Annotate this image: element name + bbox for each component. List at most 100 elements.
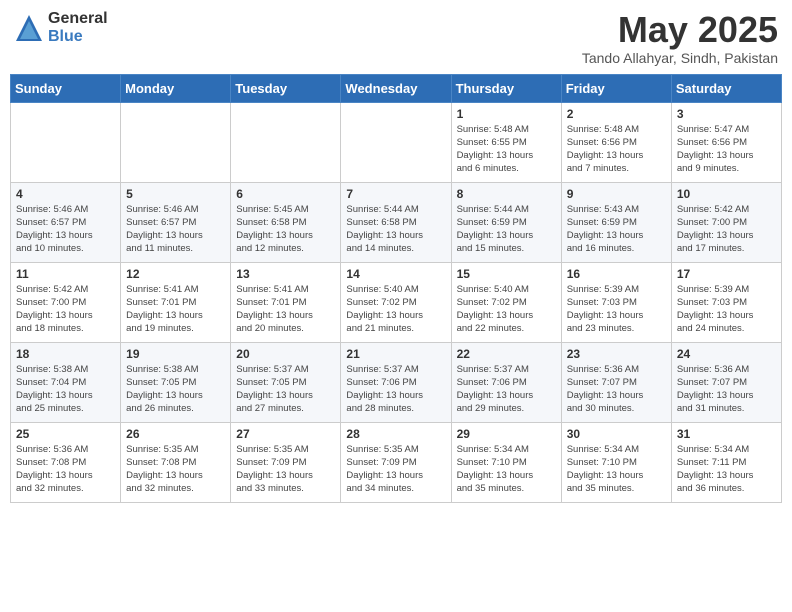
day-number: 29	[457, 427, 556, 441]
calendar-cell: 5 Sunrise: 5:46 AM Sunset: 6:57 PM Daylig…	[121, 182, 231, 262]
day-detail: Sunrise: 5:42 AM Sunset: 7:00 PM Dayligh…	[677, 203, 776, 256]
day-detail: Sunrise: 5:46 AM Sunset: 6:57 PM Dayligh…	[16, 203, 115, 256]
day-detail: Sunrise: 5:36 AM Sunset: 7:07 PM Dayligh…	[677, 363, 776, 416]
day-detail: Sunrise: 5:37 AM Sunset: 7:06 PM Dayligh…	[346, 363, 445, 416]
calendar-cell	[341, 102, 451, 182]
calendar-cell: 16Sunrise: 5:39 AM Sunset: 7:03 PM Dayli…	[561, 262, 671, 342]
calendar-table: SundayMondayTuesdayWednesdayThursdayFrid…	[10, 74, 782, 503]
day-number: 3	[677, 107, 776, 121]
day-number: 22	[457, 347, 556, 361]
calendar-cell: 29 Sunrise: 5:34 AM Sunset: 7:10 PM Dayli…	[451, 422, 561, 502]
day-number: 8	[457, 187, 556, 201]
calendar-cell: 7 Sunrise: 5:44 AM Sunset: 6:58 PM Daylig…	[341, 182, 451, 262]
day-number: 19	[126, 347, 225, 361]
day-number: 21	[346, 347, 445, 361]
calendar-cell: 20 Sunrise: 5:37 AM Sunset: 7:05 PM Dayli…	[231, 342, 341, 422]
day-number: 31	[677, 427, 776, 441]
day-detail: Sunrise: 5:38 AM Sunset: 7:05 PM Dayligh…	[126, 363, 225, 416]
calendar-cell	[231, 102, 341, 182]
day-number: 20	[236, 347, 335, 361]
day-number: 6	[236, 187, 335, 201]
day-number: 24	[677, 347, 776, 361]
day-number: 23	[567, 347, 666, 361]
day-number: 7	[346, 187, 445, 201]
day-number: 27	[236, 427, 335, 441]
logo-line2: Blue	[48, 28, 108, 46]
day-detail: Sunrise: 5:38 AM Sunset: 7:04 PM Dayligh…	[16, 363, 115, 416]
calendar-week-row: 11 Sunrise: 5:42 AM Sunset: 7:00 PM Dayli…	[11, 262, 782, 342]
calendar-cell: 2Sunrise: 5:48 AM Sunset: 6:56 PM Daylig…	[561, 102, 671, 182]
day-detail: Sunrise: 5:45 AM Sunset: 6:58 PM Dayligh…	[236, 203, 335, 256]
day-number: 9	[567, 187, 666, 201]
calendar-cell: 10 Sunrise: 5:42 AM Sunset: 7:00 PM Dayli…	[671, 182, 781, 262]
day-detail: Sunrise: 5:36 AM Sunset: 7:08 PM Dayligh…	[16, 443, 115, 496]
calendar-cell: 15 Sunrise: 5:40 AM Sunset: 7:02 PM Dayli…	[451, 262, 561, 342]
day-number: 18	[16, 347, 115, 361]
day-number: 28	[346, 427, 445, 441]
day-detail: Sunrise: 5:46 AM Sunset: 6:57 PM Dayligh…	[126, 203, 225, 256]
day-detail: Sunrise: 5:41 AM Sunset: 7:01 PM Dayligh…	[126, 283, 225, 336]
title-block: May 2025 Tando Allahyar, Sindh, Pakistan	[582, 10, 778, 66]
day-number: 5	[126, 187, 225, 201]
weekday-header: Tuesday	[231, 74, 341, 102]
weekday-header: Friday	[561, 74, 671, 102]
month-year: May 2025	[582, 10, 778, 50]
day-number: 11	[16, 267, 115, 281]
calendar-cell: 13 Sunrise: 5:41 AM Sunset: 7:01 PM Dayli…	[231, 262, 341, 342]
calendar-cell: 30Sunrise: 5:34 AM Sunset: 7:10 PM Dayli…	[561, 422, 671, 502]
day-number: 25	[16, 427, 115, 441]
day-detail: Sunrise: 5:40 AM Sunset: 7:02 PM Dayligh…	[457, 283, 556, 336]
day-detail: Sunrise: 5:42 AM Sunset: 7:00 PM Dayligh…	[16, 283, 115, 336]
day-detail: Sunrise: 5:37 AM Sunset: 7:06 PM Dayligh…	[457, 363, 556, 416]
day-detail: Sunrise: 5:34 AM Sunset: 7:10 PM Dayligh…	[567, 443, 666, 496]
calendar-cell	[11, 102, 121, 182]
logo-icon	[14, 13, 44, 43]
calendar-cell: 21 Sunrise: 5:37 AM Sunset: 7:06 PM Dayli…	[341, 342, 451, 422]
day-number: 17	[677, 267, 776, 281]
weekday-header: Sunday	[11, 74, 121, 102]
calendar-cell: 24 Sunrise: 5:36 AM Sunset: 7:07 PM Dayli…	[671, 342, 781, 422]
day-detail: Sunrise: 5:35 AM Sunset: 7:08 PM Dayligh…	[126, 443, 225, 496]
calendar-cell: 4Sunrise: 5:46 AM Sunset: 6:57 PM Daylig…	[11, 182, 121, 262]
day-number: 1	[457, 107, 556, 121]
calendar-cell: 3 Sunrise: 5:47 AM Sunset: 6:56 PM Daylig…	[671, 102, 781, 182]
day-detail: Sunrise: 5:36 AM Sunset: 7:07 PM Dayligh…	[567, 363, 666, 416]
day-detail: Sunrise: 5:43 AM Sunset: 6:59 PM Dayligh…	[567, 203, 666, 256]
day-number: 10	[677, 187, 776, 201]
day-detail: Sunrise: 5:37 AM Sunset: 7:05 PM Dayligh…	[236, 363, 335, 416]
calendar-cell: 8Sunrise: 5:44 AM Sunset: 6:59 PM Daylig…	[451, 182, 561, 262]
page-header: General Blue May 2025 Tando Allahyar, Si…	[10, 10, 782, 66]
day-detail: Sunrise: 5:44 AM Sunset: 6:58 PM Dayligh…	[346, 203, 445, 256]
calendar-cell: 11 Sunrise: 5:42 AM Sunset: 7:00 PM Dayli…	[11, 262, 121, 342]
calendar-header-row: SundayMondayTuesdayWednesdayThursdayFrid…	[11, 74, 782, 102]
day-number: 2	[567, 107, 666, 121]
calendar-cell: 19 Sunrise: 5:38 AM Sunset: 7:05 PM Dayli…	[121, 342, 231, 422]
day-detail: Sunrise: 5:34 AM Sunset: 7:10 PM Dayligh…	[457, 443, 556, 496]
calendar-week-row: 1 Sunrise: 5:48 AM Sunset: 6:55 PM Daylig…	[11, 102, 782, 182]
day-detail: Sunrise: 5:48 AM Sunset: 6:55 PM Dayligh…	[457, 123, 556, 176]
logo-line1: General	[48, 10, 108, 28]
weekday-header: Wednesday	[341, 74, 451, 102]
day-number: 16	[567, 267, 666, 281]
weekday-header: Thursday	[451, 74, 561, 102]
calendar-cell	[121, 102, 231, 182]
weekday-header: Monday	[121, 74, 231, 102]
day-number: 14	[346, 267, 445, 281]
calendar-cell: 31 Sunrise: 5:34 AM Sunset: 7:11 PM Dayli…	[671, 422, 781, 502]
day-number: 13	[236, 267, 335, 281]
calendar-cell: 27 Sunrise: 5:35 AM Sunset: 7:09 PM Dayli…	[231, 422, 341, 502]
day-detail: Sunrise: 5:35 AM Sunset: 7:09 PM Dayligh…	[236, 443, 335, 496]
day-detail: Sunrise: 5:34 AM Sunset: 7:11 PM Dayligh…	[677, 443, 776, 496]
calendar-cell: 14Sunrise: 5:40 AM Sunset: 7:02 PM Dayli…	[341, 262, 451, 342]
calendar-cell: 26Sunrise: 5:35 AM Sunset: 7:08 PM Dayli…	[121, 422, 231, 502]
logo: General Blue	[14, 10, 108, 45]
calendar-cell: 17Sunrise: 5:39 AM Sunset: 7:03 PM Dayli…	[671, 262, 781, 342]
day-detail: Sunrise: 5:47 AM Sunset: 6:56 PM Dayligh…	[677, 123, 776, 176]
calendar-cell: 18 Sunrise: 5:38 AM Sunset: 7:04 PM Dayli…	[11, 342, 121, 422]
day-detail: Sunrise: 5:41 AM Sunset: 7:01 PM Dayligh…	[236, 283, 335, 336]
calendar-cell: 28 Sunrise: 5:35 AM Sunset: 7:09 PM Dayli…	[341, 422, 451, 502]
day-number: 15	[457, 267, 556, 281]
day-detail: Sunrise: 5:35 AM Sunset: 7:09 PM Dayligh…	[346, 443, 445, 496]
calendar-week-row: 25 Sunrise: 5:36 AM Sunset: 7:08 PM Dayli…	[11, 422, 782, 502]
calendar-cell: 12Sunrise: 5:41 AM Sunset: 7:01 PM Dayli…	[121, 262, 231, 342]
